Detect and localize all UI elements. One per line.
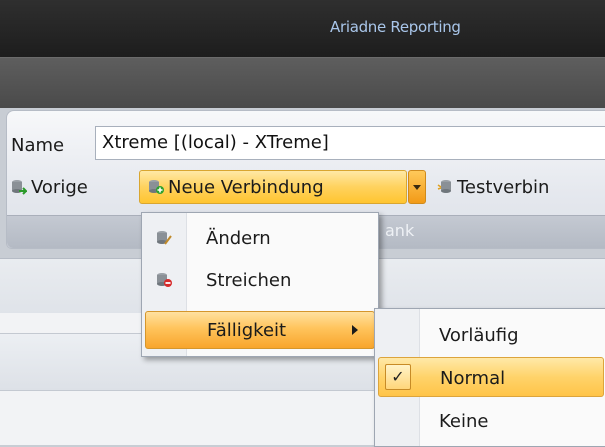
context-menu: Ändern Streichen Fälligkeit xyxy=(141,212,379,357)
submenu-item-normal[interactable]: ✓ Normal xyxy=(378,357,604,397)
db-back-icon xyxy=(11,179,29,195)
test-connection-label: Testverbin xyxy=(457,176,550,198)
check-icon: ✓ xyxy=(385,364,411,390)
previous-button[interactable]: Vorige xyxy=(11,171,88,203)
name-label: Name xyxy=(11,135,65,156)
new-connection-dropdown-arrow[interactable] xyxy=(408,170,426,204)
due-date-submenu: Vorläufig ✓ Normal Keine xyxy=(374,308,605,447)
submenu-item-none[interactable]: Keine xyxy=(375,401,605,441)
new-connection-button[interactable]: Neue Verbindung xyxy=(139,170,407,204)
menu-item-change[interactable]: Ändern xyxy=(142,219,378,257)
submenu-item-label: Vorläufig xyxy=(439,325,519,346)
submenu-item-label: Normal xyxy=(440,368,506,389)
menu-item-due-date[interactable]: Fälligkeit xyxy=(145,311,375,349)
submenu-item-preliminary[interactable]: Vorläufig xyxy=(375,315,605,355)
menu-item-label: Fälligkeit xyxy=(207,319,287,341)
group-caption-label: ank xyxy=(385,221,415,240)
db-delete-icon xyxy=(156,272,172,288)
db-edit-icon xyxy=(156,230,172,246)
menu-item-delete[interactable]: Streichen xyxy=(142,261,378,299)
db-test-icon xyxy=(437,179,453,195)
previous-label: Vorige xyxy=(31,176,88,198)
submenu-arrow-icon xyxy=(352,325,358,335)
window-title: Ariadne Reporting xyxy=(330,18,461,36)
ribbon-tab-strip xyxy=(0,57,605,108)
test-connection-button[interactable]: Testverbin xyxy=(437,171,549,203)
db-add-icon xyxy=(148,179,164,195)
title-bar: Ariadne Reporting xyxy=(0,0,605,57)
connection-name-value: Xtreme [(local) - XTreme] xyxy=(102,132,329,153)
submenu-item-label: Keine xyxy=(439,411,489,432)
connection-name-input[interactable]: Xtreme [(local) - XTreme] xyxy=(95,126,605,160)
menu-item-label: Ändern xyxy=(206,227,271,249)
new-connection-label: Neue Verbindung xyxy=(168,176,324,198)
menu-item-label: Streichen xyxy=(206,269,292,291)
